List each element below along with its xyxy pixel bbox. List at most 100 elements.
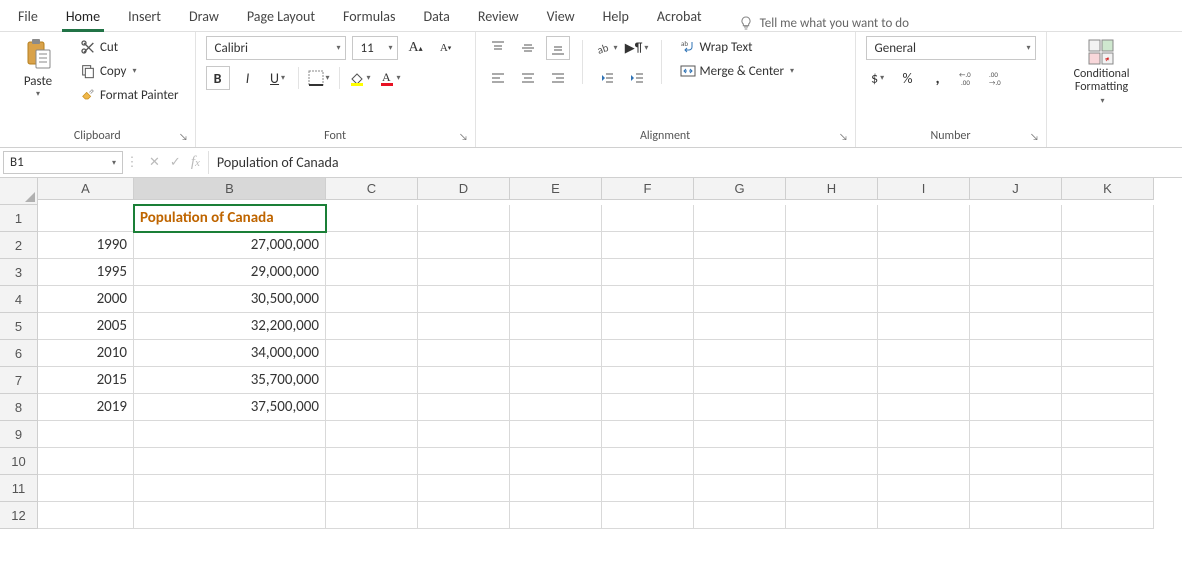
column-header-E[interactable]: E [510, 178, 602, 200]
cell-B11[interactable] [134, 475, 326, 502]
cell-I4[interactable] [878, 286, 970, 313]
cell-H11[interactable] [786, 475, 878, 502]
row-header-10[interactable]: 10 [0, 448, 38, 475]
enter-formula-button[interactable]: ✓ [170, 155, 181, 170]
merge-center-button[interactable]: Merge & Center ▾ [674, 60, 801, 82]
cell-G11[interactable] [694, 475, 786, 502]
cell-I5[interactable] [878, 313, 970, 340]
cell-F3[interactable] [602, 259, 694, 286]
cell-F5[interactable] [602, 313, 694, 340]
font-name-select[interactable]: Calibri ▾ [206, 36, 346, 60]
cell-F8[interactable] [602, 394, 694, 421]
row-header-5[interactable]: 5 [0, 313, 38, 340]
cell-C10[interactable] [326, 448, 418, 475]
conditional-formatting-button[interactable]: ≠ Conditional Formatting▾ [1057, 36, 1147, 106]
cell-C8[interactable] [326, 394, 418, 421]
cell-A4[interactable]: 2000 [38, 286, 134, 313]
border-button[interactable]: ▾ [307, 66, 331, 90]
cell-G1[interactable] [694, 205, 786, 232]
cell-A12[interactable] [38, 502, 134, 529]
cell-I8[interactable] [878, 394, 970, 421]
cell-C11[interactable] [326, 475, 418, 502]
cell-E4[interactable] [510, 286, 602, 313]
row-header-6[interactable]: 6 [0, 340, 38, 367]
cell-K8[interactable] [1062, 394, 1154, 421]
cell-E3[interactable] [510, 259, 602, 286]
cell-K7[interactable] [1062, 367, 1154, 394]
fill-color-button[interactable]: ▾ [348, 66, 372, 90]
font-color-button[interactable]: A ▾ [378, 66, 402, 90]
cell-E6[interactable] [510, 340, 602, 367]
row-header-11[interactable]: 11 [0, 475, 38, 502]
cell-I12[interactable] [878, 502, 970, 529]
cell-B9[interactable] [134, 421, 326, 448]
cell-J7[interactable] [970, 367, 1062, 394]
row-header-2[interactable]: 2 [0, 232, 38, 259]
cell-F4[interactable] [602, 286, 694, 313]
cell-E7[interactable] [510, 367, 602, 394]
select-all-corner[interactable] [0, 178, 38, 205]
row-header-8[interactable]: 8 [0, 394, 38, 421]
cell-B2[interactable]: 27,000,000 [134, 232, 326, 259]
row-header-7[interactable]: 7 [0, 367, 38, 394]
cell-B1[interactable]: Population of Canada [134, 205, 326, 232]
cell-B7[interactable]: 35,700,000 [134, 367, 326, 394]
number-format-select[interactable]: General ▾ [866, 36, 1036, 60]
cell-G7[interactable] [694, 367, 786, 394]
column-header-G[interactable]: G [694, 178, 786, 200]
increase-font-button[interactable]: A▴ [404, 36, 428, 60]
cell-F6[interactable] [602, 340, 694, 367]
cell-J5[interactable] [970, 313, 1062, 340]
cell-I1[interactable] [878, 205, 970, 232]
cell-H7[interactable] [786, 367, 878, 394]
cell-H8[interactable] [786, 394, 878, 421]
cell-K12[interactable] [1062, 502, 1154, 529]
tab-acrobat[interactable]: Acrobat [645, 2, 714, 31]
underline-button[interactable]: U▾ [266, 66, 290, 90]
cell-E10[interactable] [510, 448, 602, 475]
cell-F1[interactable] [602, 205, 694, 232]
paste-button[interactable]: Paste ▾ [10, 36, 66, 99]
cell-A7[interactable]: 2015 [38, 367, 134, 394]
cell-I10[interactable] [878, 448, 970, 475]
align-center-button[interactable] [516, 66, 540, 90]
cell-K5[interactable] [1062, 313, 1154, 340]
cell-D4[interactable] [418, 286, 510, 313]
cell-A9[interactable] [38, 421, 134, 448]
align-bottom-button[interactable] [546, 36, 570, 60]
cell-J9[interactable] [970, 421, 1062, 448]
row-header-3[interactable]: 3 [0, 259, 38, 286]
cell-C6[interactable] [326, 340, 418, 367]
cell-D1[interactable] [418, 205, 510, 232]
tab-review[interactable]: Review [466, 2, 531, 31]
row-header-1[interactable]: 1 [0, 205, 38, 232]
cell-E2[interactable] [510, 232, 602, 259]
cell-A1[interactable] [38, 205, 134, 232]
cell-G5[interactable] [694, 313, 786, 340]
cell-D11[interactable] [418, 475, 510, 502]
cell-I9[interactable] [878, 421, 970, 448]
cell-C1[interactable] [326, 205, 418, 232]
row-header-9[interactable]: 9 [0, 421, 38, 448]
cell-B8[interactable]: 37,500,000 [134, 394, 326, 421]
cell-C7[interactable] [326, 367, 418, 394]
cell-G8[interactable] [694, 394, 786, 421]
cell-J3[interactable] [970, 259, 1062, 286]
cell-G4[interactable] [694, 286, 786, 313]
cell-K11[interactable] [1062, 475, 1154, 502]
decrease-font-button[interactable]: A▾ [434, 36, 458, 60]
cell-C3[interactable] [326, 259, 418, 286]
cell-J11[interactable] [970, 475, 1062, 502]
cell-G10[interactable] [694, 448, 786, 475]
column-header-D[interactable]: D [418, 178, 510, 200]
cell-B5[interactable]: 32,200,000 [134, 313, 326, 340]
cell-D5[interactable] [418, 313, 510, 340]
italic-button[interactable]: I [236, 66, 260, 90]
cell-H5[interactable] [786, 313, 878, 340]
cell-H6[interactable] [786, 340, 878, 367]
cell-I11[interactable] [878, 475, 970, 502]
bold-button[interactable]: B [206, 66, 230, 90]
cell-F11[interactable] [602, 475, 694, 502]
cell-D8[interactable] [418, 394, 510, 421]
cell-K4[interactable] [1062, 286, 1154, 313]
